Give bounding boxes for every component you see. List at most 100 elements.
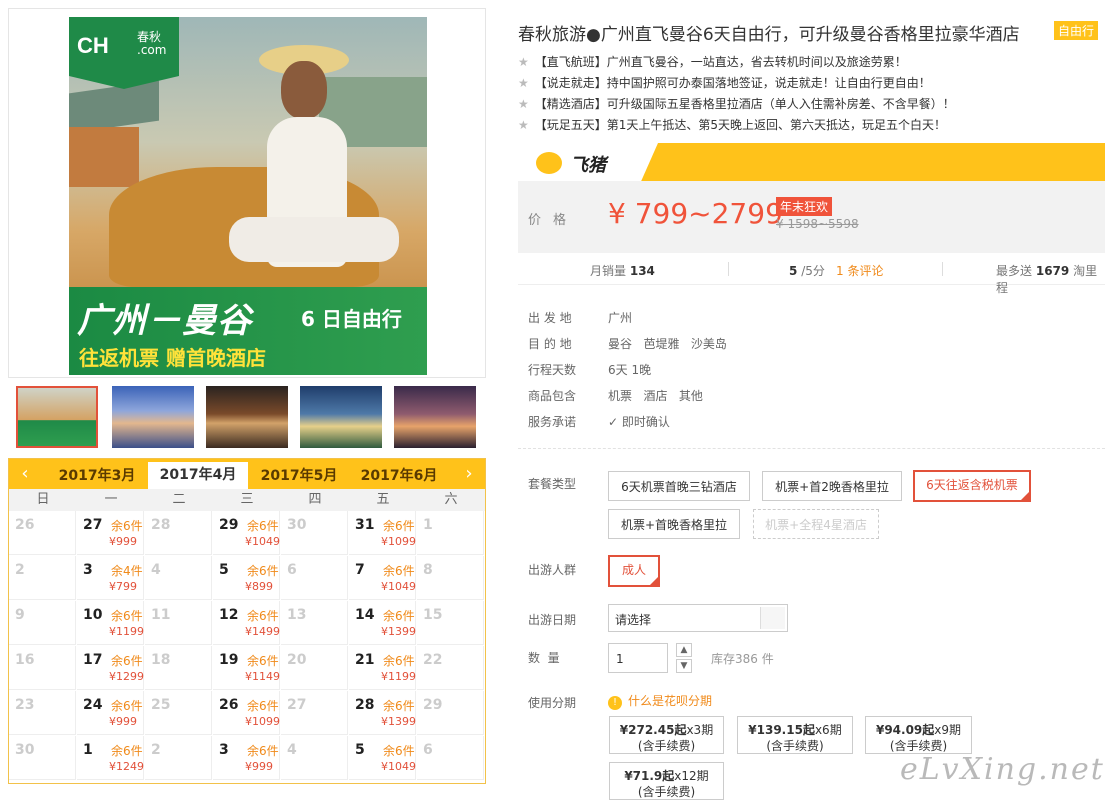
day-stock: 余6件: [383, 564, 415, 578]
brand-logo: CH 春秋 .com: [69, 17, 179, 89]
calendar-day: 18: [145, 646, 212, 690]
chevron-right-icon[interactable]: ›: [459, 463, 479, 484]
date-picker-input[interactable]: 请选择: [608, 604, 788, 632]
day-number: 10: [83, 607, 103, 623]
free-travel-tag: 自由行: [1054, 21, 1099, 40]
day-price: ¥1099: [381, 535, 416, 548]
calendar-day-available[interactable]: 17 余6件 ¥1299: [77, 646, 144, 690]
traveler-option-selected[interactable]: 成人: [608, 555, 660, 603]
calendar-day-available[interactable]: 28 余6件 ¥1399: [349, 691, 416, 735]
thumbnail-3[interactable]: [206, 386, 288, 448]
feature-text: 【玩足五天】第1天上午抵达、第5天晚上返回、第六天抵达，玩足五个白天！: [534, 118, 947, 132]
weekday-label: 二: [172, 492, 186, 507]
installment-option[interactable]: ¥71.9起x12期 (含手续费): [609, 762, 724, 800]
day-price: ¥799: [109, 580, 137, 593]
star-icon: ★: [518, 118, 529, 132]
weekday-label: 六: [444, 492, 458, 507]
calendar-month-tab[interactable]: 2017年3月: [47, 463, 147, 489]
calendar-day-available[interactable]: 29 余6件 ¥1049: [213, 511, 280, 555]
day-number: 3: [83, 562, 93, 578]
calendar-month-tab[interactable]: 2017年6月: [349, 463, 449, 489]
feature-text: 【精选酒店】可升级国际五星香格里拉酒店（单人入住需补房差、不含早餐）！: [534, 97, 955, 111]
day-stock: 余6件: [383, 699, 415, 713]
day-number: 1: [83, 742, 93, 758]
decrement-button[interactable]: ▼: [676, 659, 692, 673]
day-number: 28: [355, 697, 375, 713]
calendar-day-available[interactable]: 24 余6件 ¥999: [77, 691, 144, 735]
package-option[interactable]: 6天机票首晚三钻酒店: [608, 471, 750, 501]
calendar-day-available[interactable]: 14 余6件 ¥1399: [349, 601, 416, 645]
calendar-day-available[interactable]: 12 余6件 ¥1499: [213, 601, 280, 645]
calendar-day-available[interactable]: 26 余6件 ¥1099: [213, 691, 280, 735]
calendar-day: 23: [9, 691, 76, 735]
chevron-left-icon[interactable]: ‹: [15, 463, 35, 484]
thumbnail-2[interactable]: [112, 386, 194, 448]
day-number: 4: [287, 742, 297, 758]
quantity-input[interactable]: 1: [608, 643, 668, 673]
thumbnail-5[interactable]: [394, 386, 476, 448]
calendar-weekday-row: 日 一 二 三 四 五 六: [9, 489, 485, 511]
product-title: 春秋旅游●广州直飞曼谷6天自由行，可升级曼谷香格里拉豪华酒店: [518, 25, 1020, 45]
travelers-label: 出游人群: [528, 563, 577, 577]
package-option[interactable]: 机票+首晚香格里拉: [608, 509, 740, 539]
day-number: 26: [15, 517, 35, 533]
day-price: ¥999: [109, 715, 137, 728]
thumbnail-1[interactable]: [16, 386, 98, 448]
installment-option[interactable]: ¥139.15起x6期 (含手续费): [737, 716, 853, 754]
day-stock: 余6件: [247, 609, 279, 623]
calendar-month-tab-active[interactable]: 2017年4月: [148, 462, 248, 490]
reviews-link[interactable]: 1 条评论: [836, 262, 883, 279]
day-number: 30: [15, 742, 35, 758]
calendar-icon[interactable]: [760, 607, 785, 629]
calendar-day-available[interactable]: 5 余6件 ¥1049: [349, 736, 416, 780]
calendar-day-available[interactable]: 27 余6件 ¥999: [77, 511, 144, 555]
day-number: 7: [355, 562, 365, 578]
package-option-selected[interactable]: 6天往返含税机票: [913, 470, 1031, 518]
divider: [518, 448, 1105, 450]
increment-button[interactable]: ▲: [676, 643, 692, 657]
day-number: 12: [219, 607, 239, 623]
installment-option[interactable]: ¥94.09起x9期 (含手续费): [865, 716, 972, 754]
calendar-month-tab[interactable]: 2017年5月: [249, 463, 349, 489]
huabei-help-link[interactable]: 什么是花呗分期: [628, 694, 712, 708]
day-price: ¥1399: [381, 625, 416, 638]
feature-text: 【直飞航班】广州直飞曼谷，一站直达，省去转机时间以及旅途劳累！: [534, 55, 907, 69]
day-number: 6: [287, 562, 297, 578]
day-stock: 余6件: [111, 699, 143, 713]
day-number: 3: [219, 742, 229, 758]
day-number: 27: [83, 517, 103, 533]
price-calendar: ‹ 2017年3月 2017年4月 2017年5月 2017年6月 › 日 一 …: [8, 458, 486, 784]
package-option[interactable]: 机票+首2晚香格里拉: [762, 471, 902, 501]
calendar-day: 4: [145, 556, 212, 600]
installment-label: 使用分期: [528, 696, 577, 710]
date-label: 出游日期: [528, 613, 577, 627]
calendar-day-available[interactable]: 19 余6件 ¥1149: [213, 646, 280, 690]
detail-label: 出 发 地: [528, 311, 572, 325]
day-number: 8: [423, 562, 433, 578]
package-option-disabled: 机票+全程4星酒店: [753, 509, 879, 539]
calendar-day-available[interactable]: 31 余6件 ¥1099: [349, 511, 416, 555]
calendar-day-available[interactable]: 7 余6件 ¥1049: [349, 556, 416, 600]
calendar-day-available[interactable]: 3 余6件 ¥999: [213, 736, 280, 780]
calendar-day-available[interactable]: 5 余6件 ¥899: [213, 556, 280, 600]
day-price: ¥999: [245, 760, 273, 773]
day-number: 28: [151, 517, 171, 533]
calendar-day-available[interactable]: 10 余6件 ¥1199: [77, 601, 144, 645]
day-number: 5: [219, 562, 229, 578]
promo-days: 6 日自由行: [301, 307, 402, 331]
detail-value: 机票 酒店 其他: [608, 389, 703, 403]
calendar-day: 9: [9, 601, 76, 645]
brand-logo-text: CH: [77, 33, 109, 58]
day-stock: 余4件: [111, 564, 143, 578]
day-price: ¥1099: [245, 715, 280, 728]
feature-item: ★ 【说走就走】持中国护照可办泰国落地签证，说走就走！让自由行更自由！: [518, 74, 931, 91]
calendar-day-available[interactable]: 3 余4件 ¥799: [77, 556, 144, 600]
feizhu-banner: 飞猪: [518, 143, 1105, 181]
product-main-image[interactable]: CH 春秋 .com 广州－曼谷 6 日自由行 往返机票 赠首晚酒店: [69, 17, 427, 375]
calendar-day-available[interactable]: 1 余6件 ¥1249: [77, 736, 144, 780]
calendar-day: 13: [281, 601, 348, 645]
thumbnail-4[interactable]: [300, 386, 382, 448]
installment-option[interactable]: ¥272.45起x3期 (含手续费): [609, 716, 724, 754]
calendar-day-available[interactable]: 21 余6件 ¥1199: [349, 646, 416, 690]
day-price: ¥1049: [381, 760, 416, 773]
